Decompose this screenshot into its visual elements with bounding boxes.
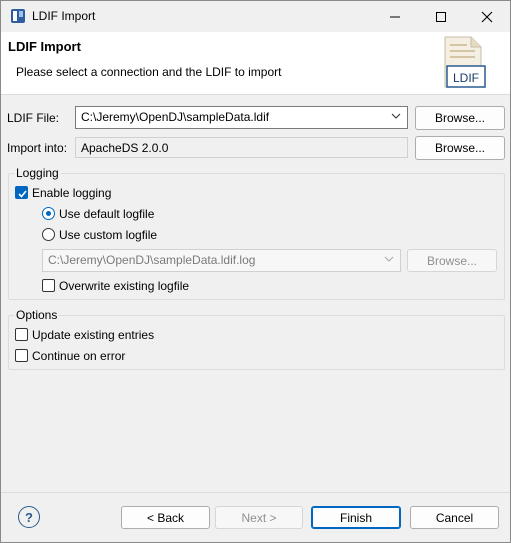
ldif-file-value: C:\Jeremy\OpenDJ\sampleData.ldif <box>81 110 270 124</box>
custom-logfile-value: C:\Jeremy\OpenDJ\sampleData.ldif.log <box>48 253 256 267</box>
custom-logfile-combo: C:\Jeremy\OpenDJ\sampleData.ldif.log <box>42 249 401 272</box>
minimize-button[interactable] <box>372 1 418 32</box>
maximize-button[interactable] <box>418 1 464 32</box>
logging-group-title: Logging <box>14 166 61 180</box>
cancel-button[interactable]: Cancel <box>410 506 499 529</box>
enable-logging-label: Enable logging <box>32 186 112 200</box>
ldif-file-label: LDIF File: <box>7 111 60 125</box>
chevron-down-icon <box>384 256 394 262</box>
close-button[interactable] <box>464 1 510 32</box>
ldif-file-combo[interactable]: C:\Jeremy\OpenDJ\sampleData.ldif <box>75 106 408 129</box>
ldif-icon-label: LDIF <box>453 71 479 85</box>
import-into-field: ApacheDS 2.0.0 <box>75 137 408 158</box>
chevron-down-icon <box>391 113 401 119</box>
window-title: LDIF Import <box>32 9 96 23</box>
app-icon <box>11 9 25 23</box>
page-description: Please select a connection and the LDIF … <box>16 65 282 79</box>
maximize-icon <box>436 11 446 22</box>
use-default-logfile-radio[interactable] <box>42 207 55 220</box>
update-existing-checkbox[interactable] <box>15 328 28 341</box>
ldif-file-browse-button[interactable]: Browse... <box>415 106 505 130</box>
checkmark-icon <box>18 190 27 198</box>
title-bar: LDIF Import <box>1 1 510 32</box>
connection-browse-button[interactable]: Browse... <box>415 136 505 160</box>
logfile-browse-button: Browse... <box>407 249 497 272</box>
ldif-import-dialog: LDIF Import LDIF Import Please select a … <box>0 0 511 543</box>
use-custom-logfile-label: Use custom logfile <box>59 228 158 242</box>
finish-button[interactable]: Finish <box>311 506 401 529</box>
update-existing-label: Update existing entries <box>32 328 155 342</box>
use-custom-logfile-radio[interactable] <box>42 228 55 241</box>
back-button[interactable]: < Back <box>121 506 210 529</box>
ldif-document-icon: LDIF <box>444 36 486 88</box>
page-title: LDIF Import <box>8 39 81 54</box>
next-button: Next > <box>215 506 303 529</box>
enable-logging-checkbox[interactable] <box>15 186 28 199</box>
use-default-logfile-label: Use default logfile <box>59 207 155 221</box>
import-into-value: ApacheDS 2.0.0 <box>81 141 169 155</box>
minimize-icon <box>390 16 400 17</box>
overwrite-logfile-checkbox[interactable] <box>42 279 55 292</box>
continue-on-error-checkbox[interactable] <box>15 349 28 362</box>
help-icon[interactable]: ? <box>18 506 40 528</box>
import-into-label: Import into: <box>7 141 68 155</box>
options-group-title: Options <box>14 308 60 322</box>
overwrite-logfile-label: Overwrite existing logfile <box>59 279 190 293</box>
close-icon <box>481 11 493 22</box>
footer-separator <box>1 492 510 493</box>
continue-on-error-label: Continue on error <box>32 349 126 363</box>
